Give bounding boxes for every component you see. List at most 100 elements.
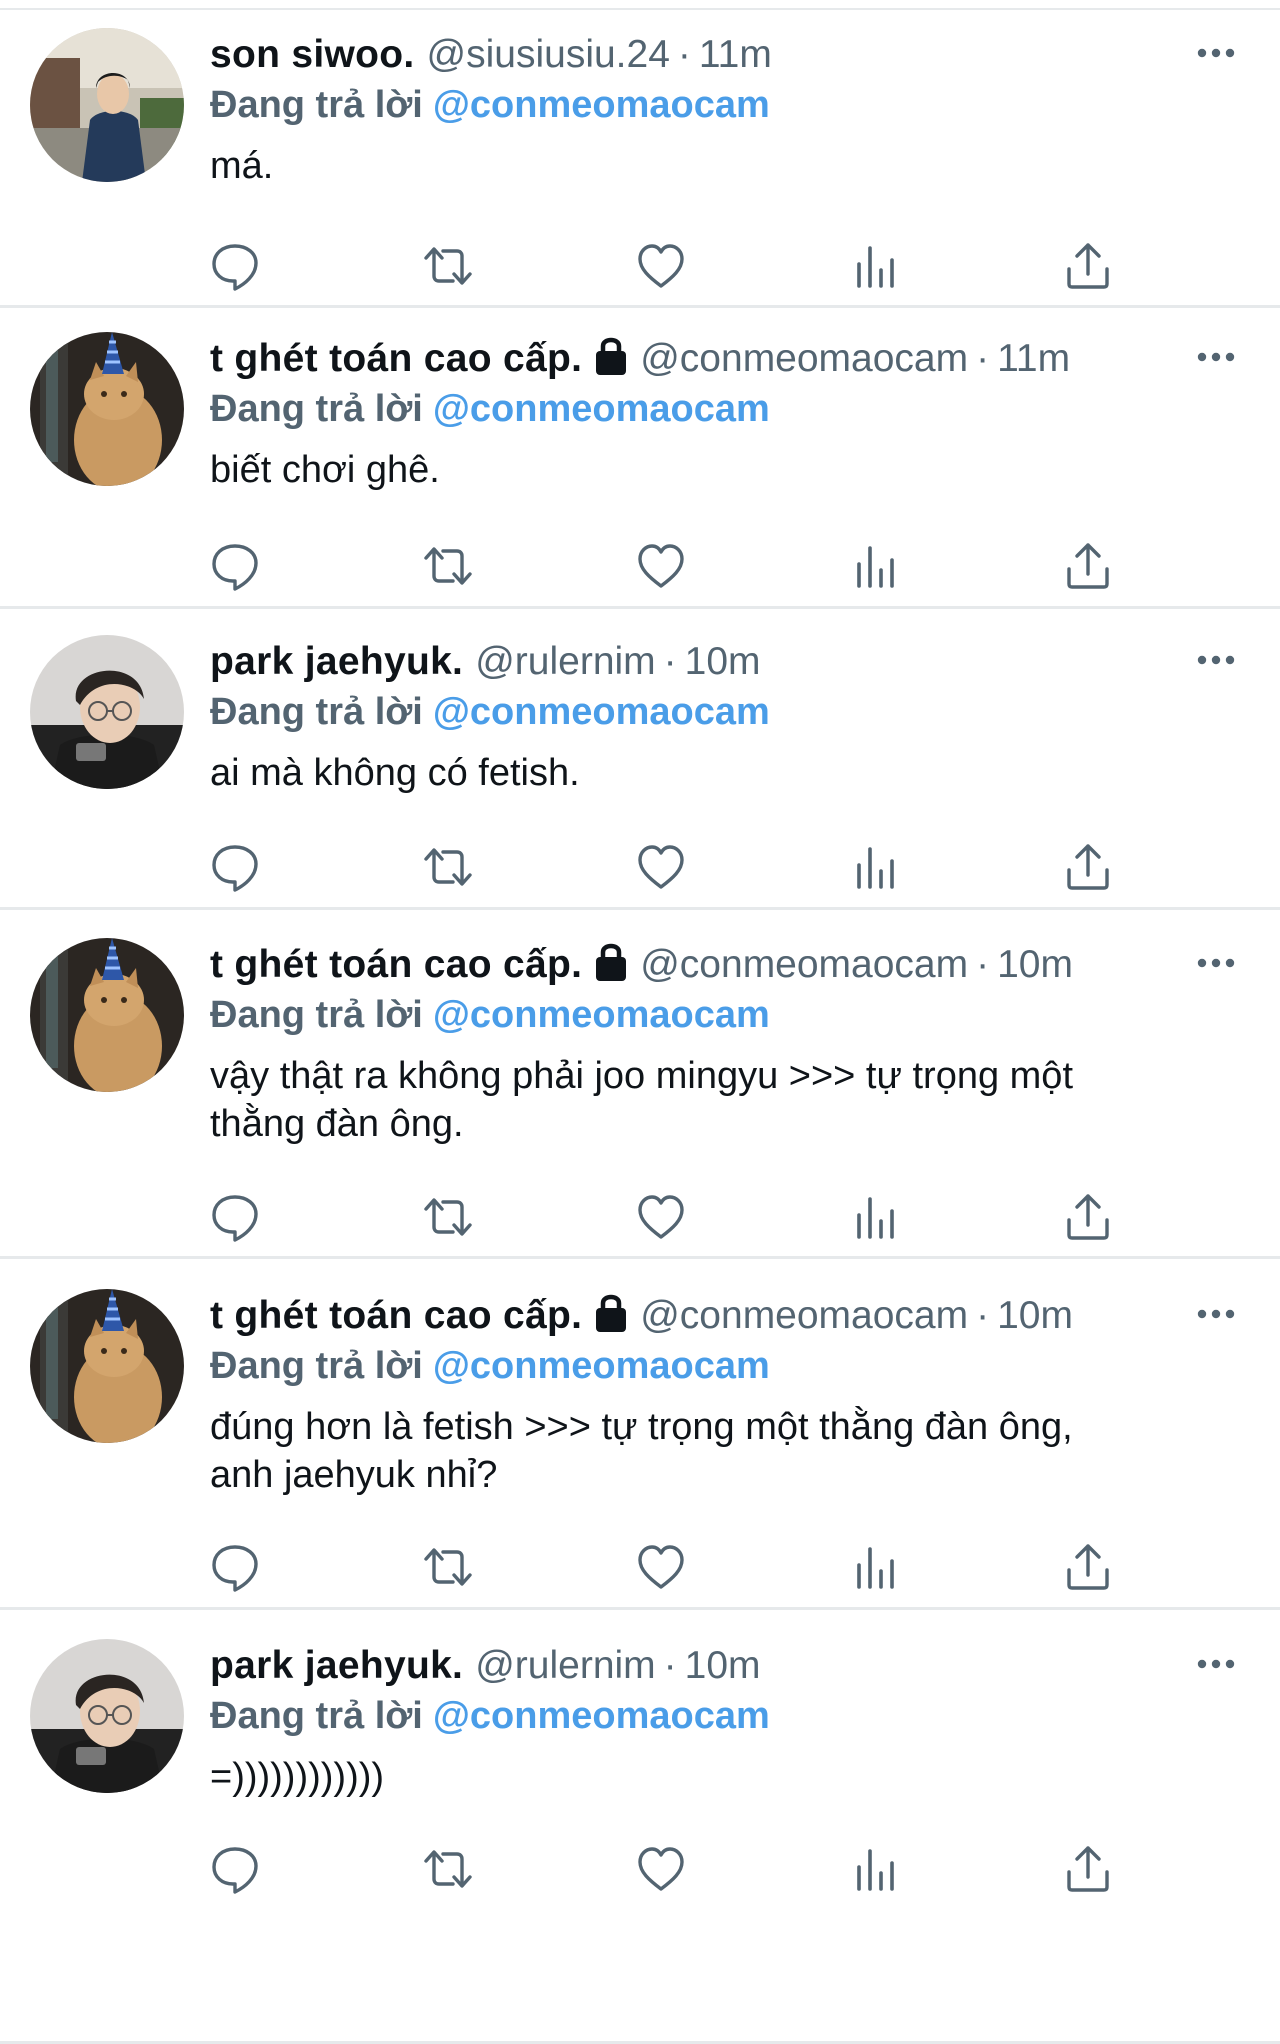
display-name[interactable]: t ghét toán cao cấp. <box>210 337 582 380</box>
retweet-button[interactable] <box>418 536 478 596</box>
retweet-button[interactable] <box>418 1187 478 1247</box>
replying-to: Đang trả lời @conmeomaocam <box>210 687 770 737</box>
user-handle[interactable]: @conmeomaocam <box>640 943 968 986</box>
display-name[interactable]: t ghét toán cao cấp. <box>210 1294 582 1337</box>
timestamp[interactable]: 11m <box>997 337 1070 380</box>
reply-icon <box>212 845 258 892</box>
share-button[interactable] <box>1058 1537 1118 1597</box>
views-button[interactable] <box>845 236 905 296</box>
timestamp[interactable]: 10m <box>997 943 1073 986</box>
retweet-button[interactable] <box>418 1839 478 1899</box>
tweet-4[interactable]: t ghét toán cao cấp. @conmeomaocam · 10m Đa… <box>0 938 1280 1259</box>
reply-icon <box>212 1847 258 1894</box>
like-button[interactable] <box>631 1537 691 1597</box>
replying-to-link[interactable]: @conmeomaocam <box>433 994 770 1036</box>
user-handle[interactable]: @conmeomaocam <box>640 1294 968 1337</box>
like-button[interactable] <box>631 837 691 897</box>
avatar[interactable] <box>30 332 184 486</box>
replying-to-label: Đang trả lời <box>210 388 423 430</box>
tweet-text: ai mà không có fetish. <box>210 752 580 794</box>
reply-button[interactable] <box>205 536 265 596</box>
avatar[interactable] <box>30 635 184 789</box>
tweet-2[interactable]: t ghét toán cao cấp. @conmeomaocam · 11m Đa… <box>0 332 1280 609</box>
display-name[interactable]: park jaehyuk. <box>210 640 463 683</box>
views-button[interactable] <box>845 1187 905 1247</box>
like-icon <box>638 1195 684 1239</box>
replying-to-label: Đang trả lời <box>210 1695 423 1737</box>
replying-to-link[interactable]: @conmeomaocam <box>433 1695 770 1737</box>
like-icon <box>638 544 684 588</box>
like-button[interactable] <box>631 236 691 296</box>
share-icon <box>1067 1544 1109 1590</box>
tweet-5[interactable]: t ghét toán cao cấp. @conmeomaocam · 10m Đa… <box>0 1289 1280 1610</box>
replying-to-link[interactable]: @conmeomaocam <box>433 388 770 430</box>
tweet-1[interactable]: son siwoo. @siusiusiu.24 · 11m Đang trả lời… <box>0 28 1280 308</box>
views-button[interactable] <box>845 837 905 897</box>
reply-button[interactable] <box>205 1839 265 1899</box>
like-button[interactable] <box>631 1839 691 1899</box>
tweet-text: đúng hơn là fetish >>> tự trọng một thằn… <box>210 1406 1073 1496</box>
timestamp[interactable]: 11m <box>699 33 772 76</box>
retweet-icon <box>424 1548 472 1586</box>
share-button[interactable] <box>1058 536 1118 596</box>
avatar-image <box>30 332 184 486</box>
separator-dot: · <box>976 1294 990 1337</box>
tweet-actions <box>205 236 1109 296</box>
reply-button[interactable] <box>205 236 265 296</box>
more-options-icon[interactable] <box>1194 38 1238 68</box>
tweet-text: má. <box>210 145 274 187</box>
more-options-icon[interactable] <box>1194 948 1238 978</box>
share-button[interactable] <box>1058 236 1118 296</box>
avatar[interactable] <box>30 938 184 1092</box>
user-handle[interactable]: @conmeomaocam <box>640 337 968 380</box>
views-button[interactable] <box>845 1839 905 1899</box>
views-button[interactable] <box>845 1537 905 1597</box>
timestamp[interactable]: 10m <box>685 640 761 683</box>
display-name[interactable]: son siwoo. <box>210 33 415 76</box>
share-icon <box>1067 1194 1109 1240</box>
more-options-icon[interactable] <box>1194 1299 1238 1329</box>
retweet-button[interactable] <box>418 236 478 296</box>
replying-to-link[interactable]: @conmeomaocam <box>433 691 770 733</box>
share-icon <box>1067 543 1109 589</box>
replying-to-label: Đang trả lời <box>210 84 423 126</box>
avatar[interactable] <box>30 28 184 182</box>
retweet-button[interactable] <box>418 1537 478 1597</box>
reply-button[interactable] <box>205 1537 265 1597</box>
replying-to-label: Đang trả lời <box>210 691 423 733</box>
replying-to-link[interactable]: @conmeomaocam <box>433 1345 770 1387</box>
share-button[interactable] <box>1058 1839 1118 1899</box>
user-handle[interactable]: @rulernim <box>475 640 655 683</box>
reply-button[interactable] <box>205 837 265 897</box>
tweet-actions <box>205 536 1109 596</box>
tweet-6[interactable]: park jaehyuk. @rulernim · 10m Đang trả lời @… <box>0 1639 1280 2044</box>
display-name[interactable]: park jaehyuk. <box>210 1644 463 1687</box>
tweet-text: biết chơi ghê. <box>210 449 440 491</box>
share-button[interactable] <box>1058 837 1118 897</box>
tweet-header: son siwoo. @siusiusiu.24 · 11m <box>210 30 772 80</box>
user-handle[interactable]: @siusiusiu.24 <box>427 33 670 76</box>
tweet-divider <box>0 606 1280 609</box>
more-options-icon[interactable] <box>1194 645 1238 675</box>
timestamp[interactable]: 10m <box>685 1644 761 1687</box>
like-button[interactable] <box>631 536 691 596</box>
avatar[interactable] <box>30 1289 184 1443</box>
user-handle[interactable]: @rulernim <box>475 1644 655 1687</box>
tweet-header: t ghét toán cao cấp. @conmeomaocam · 10m <box>210 1291 1073 1341</box>
like-button[interactable] <box>631 1187 691 1247</box>
tweet-divider <box>0 1607 1280 1610</box>
more-options-icon[interactable] <box>1194 1649 1238 1679</box>
display-name[interactable]: t ghét toán cao cấp. <box>210 943 582 986</box>
timestamp[interactable]: 10m <box>997 1294 1073 1337</box>
replying-to-link[interactable]: @conmeomaocam <box>433 84 770 126</box>
share-button[interactable] <box>1058 1187 1118 1247</box>
avatar[interactable] <box>30 1639 184 1793</box>
retweet-button[interactable] <box>418 837 478 897</box>
tweet-text: =)))))))))))) <box>210 1756 385 1798</box>
tweet-3[interactable]: park jaehyuk. @rulernim · 10m Đang trả lời @… <box>0 635 1280 910</box>
reply-button[interactable] <box>205 1187 265 1247</box>
avatar-image <box>30 635 184 789</box>
views-button[interactable] <box>845 536 905 596</box>
more-options-icon[interactable] <box>1194 342 1238 372</box>
tweet-actions <box>205 837 1109 897</box>
